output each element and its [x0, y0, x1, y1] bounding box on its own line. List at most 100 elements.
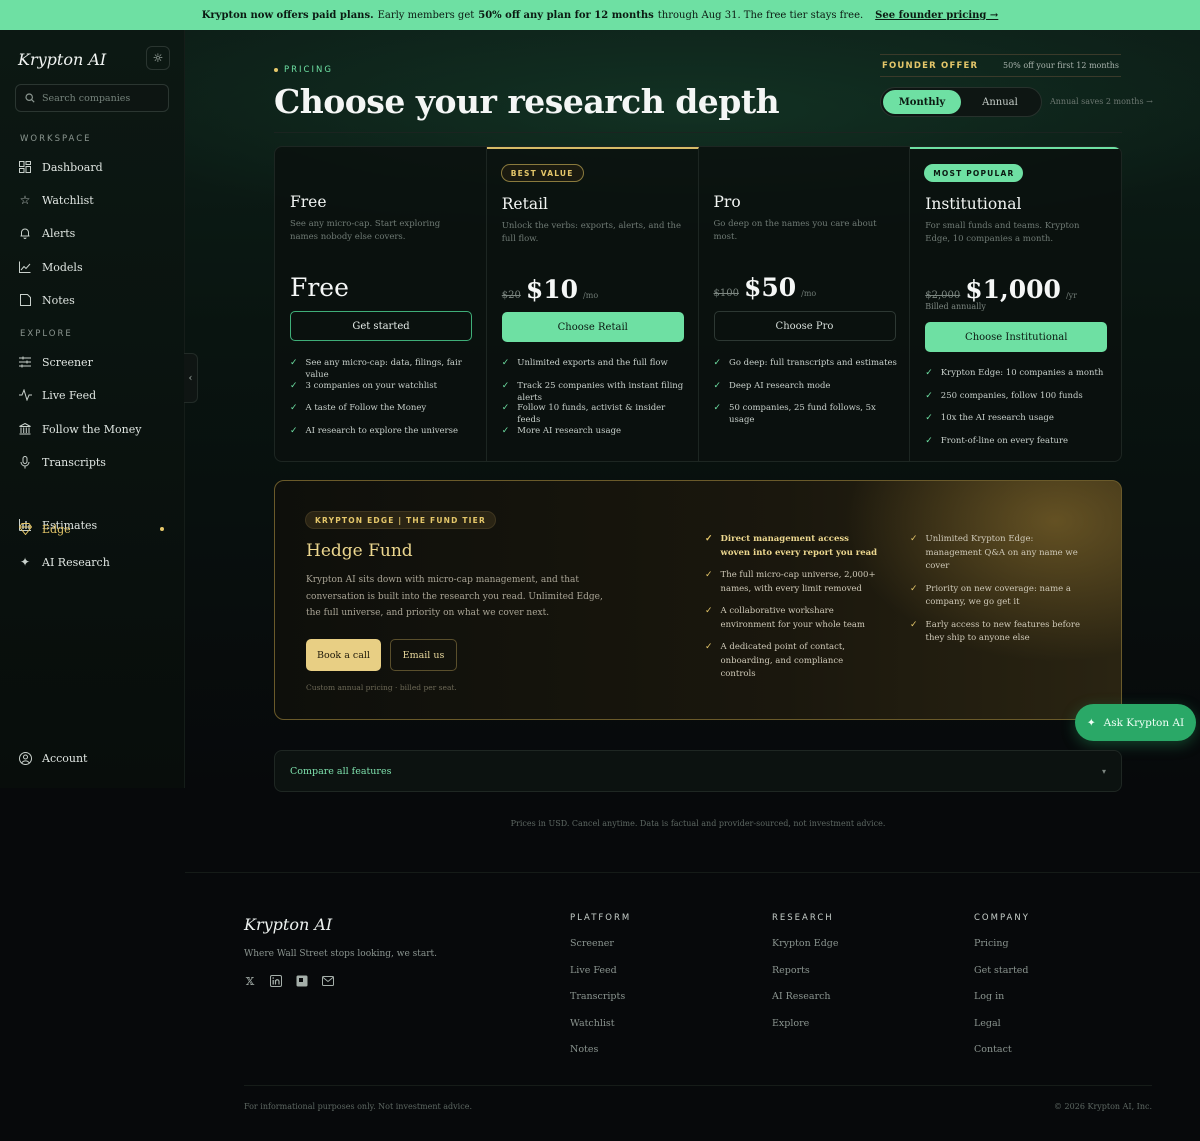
footer-link[interactable]: AI Research — [772, 991, 838, 1018]
footer-link[interactable]: Get started — [974, 965, 1030, 992]
mail-icon[interactable] — [322, 974, 334, 988]
eyebrow-label: PRICING — [284, 65, 333, 75]
sidebar-item-edge[interactable]: Edge — [18, 518, 168, 540]
fund-tier-badge: KRYPTON EDGE | THE FUND TIER — [305, 511, 496, 529]
choose-retail-button[interactable]: Choose Retail — [501, 312, 684, 342]
sidebar-item-follow-the-money[interactable]: Follow the Money — [18, 418, 168, 440]
check-icon: ✓ — [925, 435, 933, 446]
list-item: ✓ Go deep: full transcripts and estimates — [714, 357, 899, 380]
sidebar: Krypton AI ☼ Search companies WORKSPACE … — [0, 30, 185, 788]
check-icon: ✓ — [290, 425, 298, 436]
sidebar-item-label: Edge — [42, 522, 71, 536]
footer-link[interactable]: Live Feed — [570, 965, 631, 992]
x-icon[interactable]: 𝕏 — [244, 974, 256, 988]
search-input[interactable]: Search companies — [15, 84, 169, 112]
price-period: /mo — [801, 289, 817, 298]
theme-toggle-button[interactable]: ☼ — [146, 46, 170, 70]
page-eyebrow: PRICING — [274, 65, 333, 75]
sparkle-icon: ✦ — [19, 555, 31, 569]
hedge-feature-list-left: ✓ Direct management access woven into eve… — [705, 533, 880, 691]
plan-card-institutional: MOST POPULAR Institutional For small fun… — [910, 147, 1121, 461]
sidebar-item-models[interactable]: Models — [18, 256, 168, 278]
hedge-feature-list-right: ✓ Unlimited Krypton Edge: management Q&A … — [910, 533, 1085, 655]
footer-link[interactable]: Reports — [772, 965, 838, 992]
list-item: ✓ Front-of-line on every feature — [925, 435, 1110, 458]
feature-text: Follow 10 funds, activist & insider feed… — [517, 403, 666, 425]
feature-text: Front-of-line on every feature — [940, 435, 1069, 446]
best-value-badge: BEST VALUE — [500, 164, 584, 182]
sidebar-item-live-feed[interactable]: Live Feed — [18, 384, 168, 406]
footer-link[interactable]: Log in — [974, 991, 1030, 1018]
plan-description: Unlock the verbs: exports, alerts, and t… — [501, 221, 682, 244]
list-item: ✓ Unlimited Krypton Edge: management Q&A … — [910, 533, 1085, 574]
footer-logo[interactable]: Krypton AI — [244, 915, 332, 934]
list-item: ✓ Follow 10 funds, activist & insider fee… — [502, 402, 687, 425]
custom-pricing-note: Custom annual pricing · billed per seat. — [306, 683, 457, 692]
footer-column-platform: PLATFORM Screener Live Feed Transcripts … — [570, 913, 631, 1071]
ask-krypton-button[interactable]: ✦ Ask Krypton AI — [1075, 704, 1196, 741]
feature-text: Unlimited exports and the full flow — [517, 358, 668, 368]
email-us-button[interactable]: Email us — [390, 639, 457, 671]
linkedin-icon[interactable] — [270, 974, 282, 988]
divider — [274, 132, 1122, 133]
collapse-sidebar-button[interactable]: ‹ — [184, 353, 198, 403]
footer-link[interactable]: Pricing — [974, 938, 1030, 965]
billing-annual-option[interactable]: Annual — [961, 90, 1039, 114]
list-item: ✓ AI research to explore the universe — [290, 425, 475, 448]
price-row: Free — [290, 273, 349, 302]
footer-link[interactable]: Screener — [570, 938, 631, 965]
feature-text: Unlimited Krypton Edge: management Q&A o… — [925, 534, 1078, 571]
footer-link[interactable]: Notes — [570, 1044, 631, 1071]
feature-text: 10x the AI research usage — [940, 413, 1054, 423]
founder-offer: FOUNDER OFFER 50% off your first 12 mont… — [880, 54, 1121, 77]
check-icon: ✓ — [705, 606, 713, 616]
price-period: /mo — [583, 291, 599, 300]
plan-card-free: Free See any micro-cap. Start exploring … — [275, 147, 487, 461]
sidebar-item-label: Live Feed — [42, 388, 97, 402]
check-icon: ✓ — [705, 570, 713, 580]
footer-link[interactable]: Explore — [772, 1018, 838, 1045]
book-call-button[interactable]: Book a call — [306, 639, 381, 671]
sun-icon: ☼ — [152, 51, 164, 65]
footer-link[interactable]: Legal — [974, 1018, 1030, 1045]
choose-pro-button[interactable]: Choose Pro — [713, 311, 896, 341]
sidebar-item-label: Alerts — [42, 226, 76, 240]
sidebar-item-ai-research[interactable]: ✦ AI Research — [18, 551, 168, 573]
substack-icon[interactable] — [296, 974, 308, 988]
sidebar-item-account[interactable]: Account — [18, 747, 168, 769]
check-icon: ✓ — [925, 368, 933, 378]
feature-text: AI research to explore the universe — [305, 425, 459, 436]
choose-institutional-button[interactable]: Choose Institutional — [925, 322, 1108, 352]
footer-link[interactable]: Transcripts — [570, 991, 631, 1018]
logo[interactable]: Krypton AI — [18, 50, 106, 69]
footer-legal-note: For informational purposes only. Not inv… — [244, 1102, 472, 1111]
feature-text: Track 25 companies with instant filing a… — [517, 380, 684, 403]
footer-link[interactable]: Krypton Edge — [772, 938, 838, 965]
check-icon: ✓ — [713, 358, 722, 368]
compare-features-toggle[interactable]: Compare all features ▾ — [274, 750, 1122, 792]
list-item: ✓ See any micro-cap: data, filings, fair … — [290, 357, 475, 380]
list-item: ✓ 10x the AI research usage — [925, 412, 1110, 435]
get-started-button[interactable]: Get started — [290, 311, 472, 341]
sidebar-item-screener[interactable]: Screener — [18, 351, 168, 373]
billing-monthly-option[interactable]: Monthly — [883, 90, 961, 114]
sidebar-item-watchlist[interactable]: ☆ Watchlist — [18, 189, 168, 211]
check-icon: ✓ — [501, 425, 510, 436]
list-item: ✓ More AI research usage — [502, 425, 687, 448]
list-item: ✓ Direct management access woven into eve… — [705, 533, 880, 560]
list-item: ✓ 3 companies on your watchlist — [290, 380, 475, 403]
bank-icon — [18, 422, 32, 436]
price-row: $20 $10 /mo — [502, 275, 598, 304]
check-icon: ✓ — [290, 380, 298, 391]
footer-link[interactable]: Watchlist — [570, 1018, 631, 1045]
sidebar-item-transcripts[interactable]: Transcripts — [18, 451, 168, 473]
sidebar-item-alerts[interactable]: Alerts — [18, 222, 168, 244]
founder-pricing-link[interactable]: See founder pricing → — [875, 10, 998, 21]
feature-text: More AI research usage — [517, 425, 622, 436]
billed-annually-note: Billed annually — [925, 302, 986, 311]
sidebar-item-dashboard[interactable]: Dashboard — [18, 156, 168, 178]
sidebar-item-notes[interactable]: Notes — [18, 289, 168, 311]
check-icon: ✓ — [290, 403, 298, 413]
footer-link[interactable]: Contact — [974, 1044, 1030, 1071]
list-item: ✓ Track 25 companies with instant filing … — [502, 380, 687, 403]
